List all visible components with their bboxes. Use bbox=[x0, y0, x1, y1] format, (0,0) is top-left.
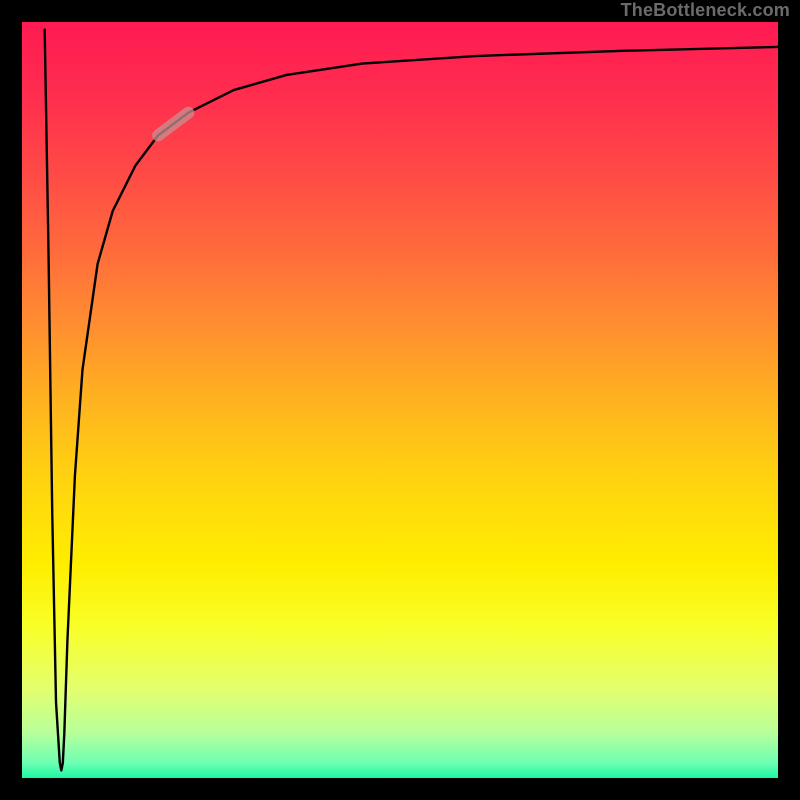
watermark-label: TheBottleneck.com bbox=[621, 0, 790, 21]
chart-container: TheBottleneck.com bbox=[0, 0, 800, 800]
plot-background-gradient bbox=[22, 22, 778, 778]
